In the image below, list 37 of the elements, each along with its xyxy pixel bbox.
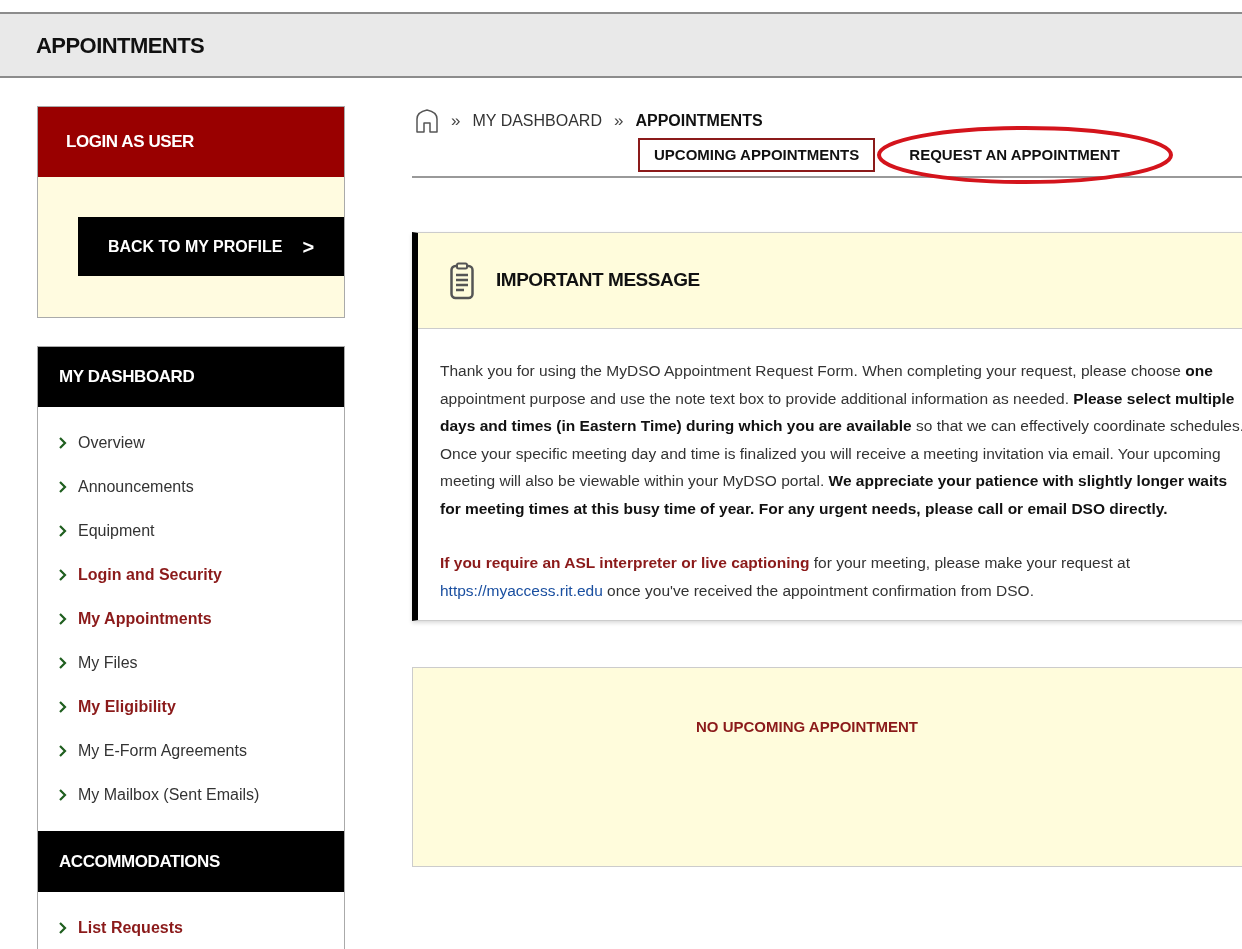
chevron-icon — [58, 745, 68, 757]
page-title: APPOINTMENTS — [36, 31, 205, 60]
breadcrumb-link[interactable]: APPOINTMENTS — [635, 109, 763, 133]
chevron-icon — [58, 657, 68, 669]
back-to-profile-button[interactable]: BACK TO MY PROFILE > — [78, 217, 344, 276]
breadcrumb-separator: » — [451, 110, 461, 133]
empty-message: NO UPCOMING APPOINTMENT — [696, 717, 919, 737]
chevron-icon — [58, 922, 68, 934]
chevron-icon — [58, 525, 68, 537]
sidebar-link[interactable]: List Requests — [78, 916, 183, 940]
chevron-icon — [58, 569, 68, 581]
sidebar-link[interactable]: My E-Form Agreements — [78, 739, 247, 763]
home-icon[interactable] — [415, 108, 439, 134]
clipboard-icon — [450, 261, 474, 300]
chevron-icon — [58, 701, 68, 713]
myaccess-link[interactable]: https://myaccess.rit.edu — [440, 581, 603, 599]
chevron-icon — [58, 437, 68, 449]
message-paragraph: Thank you for using the MyDSO Appointment Request Form. When completing your request, please choose one appointment purpose and use the note text box to provide additional information as needed. Please select multiple days and times (in Eastern Time) during which you are available so that we can effectively coordinate schedules. Once your specific meeting day and time is finalized you will receive a meeting invitation via email. Your upcoming meeting will also be viewable within your MyDSO portal. We appreciate your patience with slightly longer waits for meeting times at this busy time of year. For any urgent needs, please call or email DSO directly. — [440, 361, 1242, 519]
sidebar-link[interactable]: My Mailbox (Sent Emails) — [78, 783, 260, 807]
interpreter-notice: If you require an ASL interpreter or live captioning for your meeting, please make your request at https://myaccess.rit.edu once you've received the appointment confirmation from DSO. — [440, 553, 1131, 601]
breadcrumb-link[interactable]: MY DASHBOARD — [472, 109, 602, 133]
sidebar-link[interactable]: Login and Security — [78, 563, 222, 587]
sidebar-link[interactable]: My Eligibility — [78, 695, 176, 719]
panel-title: MY DASHBOARD — [59, 366, 195, 389]
message-title: IMPORTANT MESSAGE — [496, 268, 700, 293]
sidebar-link[interactable]: Equipment — [78, 519, 155, 543]
chevron-icon — [58, 481, 68, 493]
sidebar-link[interactable]: Overview — [78, 431, 145, 455]
panel-title: LOGIN AS USER — [66, 131, 194, 154]
sidebar-link[interactable]: My Files — [78, 651, 138, 675]
panel-title: ACCOMMODATIONS — [59, 850, 220, 873]
breadcrumb-separator: » — [614, 110, 624, 133]
sidebar-link[interactable]: Announcements — [78, 475, 194, 499]
sidebar-link[interactable]: My Appointments — [78, 607, 212, 631]
tab[interactable]: UPCOMING APPOINTMENTS — [638, 138, 876, 172]
chevron-icon — [58, 613, 68, 625]
chevron-icon — [58, 789, 68, 801]
